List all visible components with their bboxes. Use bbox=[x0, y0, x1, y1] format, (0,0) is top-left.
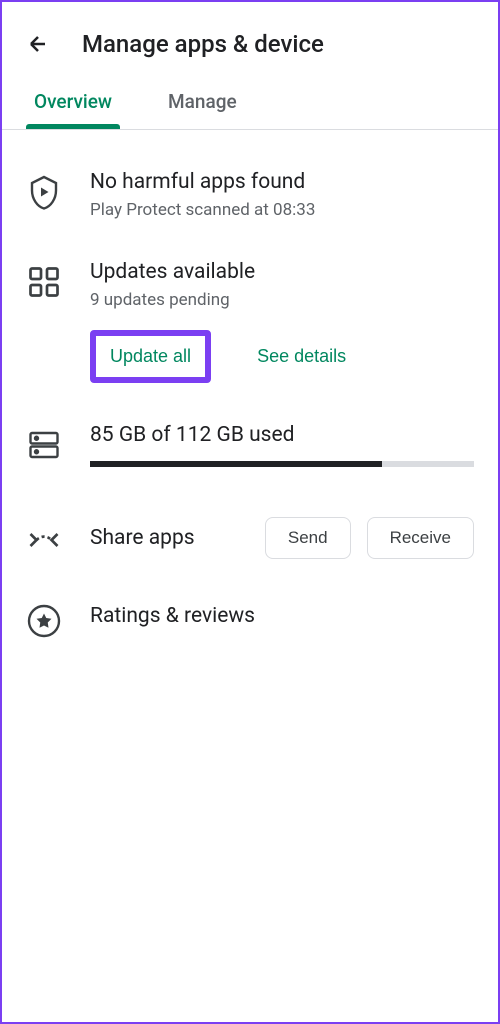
play-protect-section[interactable]: No harmful apps found Play Protect scann… bbox=[26, 170, 474, 220]
storage-content: 85 GB of 112 GB used bbox=[90, 423, 474, 467]
storage-progress-bar bbox=[90, 461, 474, 467]
share-title: Share apps bbox=[90, 526, 265, 550]
content: No harmful apps found Play Protect scann… bbox=[2, 130, 498, 679]
back-arrow-icon[interactable] bbox=[26, 32, 50, 56]
play-protect-subtitle: Play Protect scanned at 08:33 bbox=[90, 200, 474, 220]
storage-section[interactable]: 85 GB of 112 GB used bbox=[26, 423, 474, 467]
storage-progress-fill bbox=[90, 461, 382, 467]
receive-button[interactable]: Receive bbox=[367, 517, 474, 559]
ratings-section[interactable]: Ratings & reviews bbox=[26, 599, 474, 639]
tab-overview[interactable]: Overview bbox=[26, 78, 120, 129]
shield-icon bbox=[26, 174, 62, 210]
highlight-annotation: Update all bbox=[90, 330, 211, 383]
see-details-button[interactable]: See details bbox=[243, 330, 360, 383]
updates-title: Updates available bbox=[90, 260, 474, 284]
apps-grid-icon bbox=[26, 264, 62, 300]
tab-manage[interactable]: Manage bbox=[160, 78, 245, 129]
header: Manage apps & device bbox=[2, 2, 498, 78]
updates-actions: Update all See details bbox=[90, 330, 474, 383]
page-title: Manage apps & device bbox=[82, 30, 324, 58]
star-circle-icon bbox=[26, 603, 62, 639]
share-buttons: Send Receive bbox=[265, 517, 474, 559]
updates-content: Updates available 9 updates pending Upda… bbox=[90, 260, 474, 383]
update-all-button[interactable]: Update all bbox=[96, 336, 205, 377]
ratings-title: Ratings & reviews bbox=[90, 604, 255, 628]
play-protect-content: No harmful apps found Play Protect scann… bbox=[90, 170, 474, 220]
send-button[interactable]: Send bbox=[265, 517, 351, 559]
share-icon bbox=[26, 522, 62, 558]
updates-subtitle: 9 updates pending bbox=[90, 290, 474, 310]
play-protect-title: No harmful apps found bbox=[90, 170, 474, 194]
updates-section: Updates available 9 updates pending Upda… bbox=[26, 260, 474, 383]
storage-icon bbox=[26, 427, 62, 463]
tabs: Overview Manage bbox=[2, 78, 498, 130]
storage-title: 85 GB of 112 GB used bbox=[90, 423, 474, 447]
share-section: Share apps Send Receive bbox=[26, 517, 474, 559]
